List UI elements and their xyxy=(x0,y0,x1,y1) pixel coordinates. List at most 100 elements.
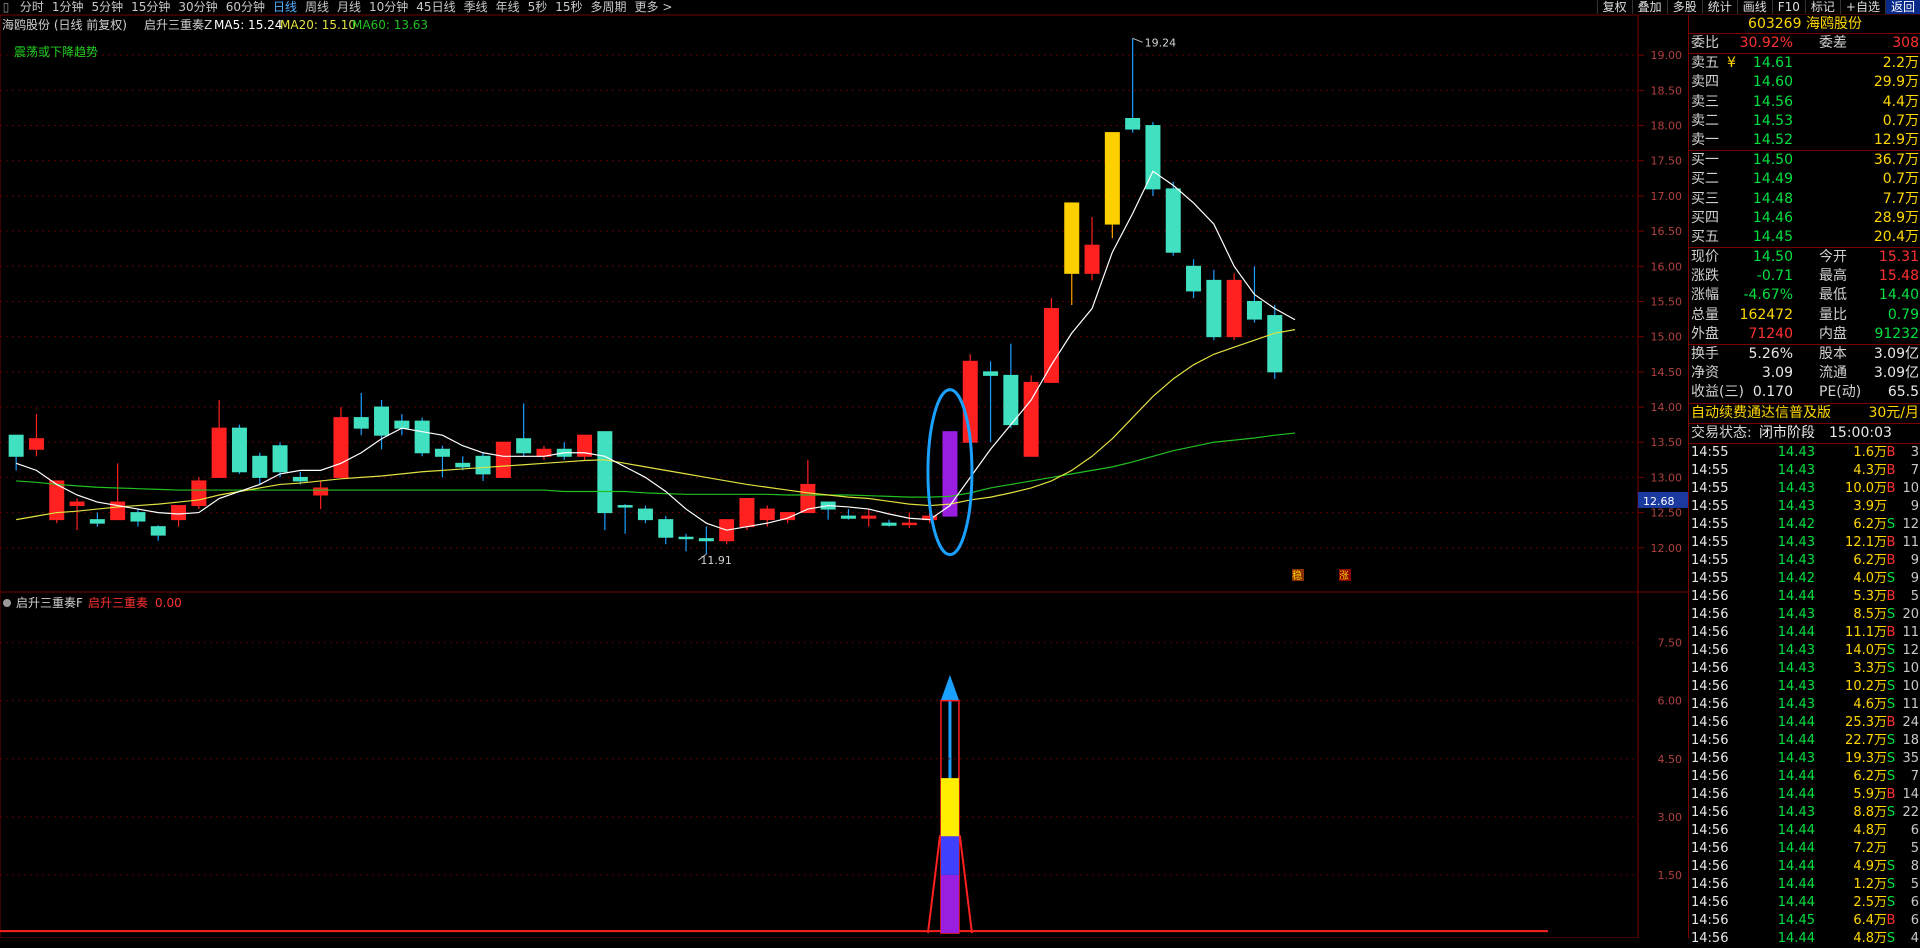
tab-period[interactable]: 月线 xyxy=(333,0,365,14)
tick-row[interactable]: 14:56 14.43 14.0万 S 12 xyxy=(1689,642,1920,660)
tick-row[interactable]: 14:56 14.44 4.9万 S 8 xyxy=(1689,858,1920,876)
candle[interactable] xyxy=(110,463,126,521)
candle[interactable] xyxy=(130,509,146,527)
candle[interactable] xyxy=(678,533,694,552)
tick-row[interactable]: 14:56 14.43 8.8万 S 22 xyxy=(1689,804,1920,822)
tick-row[interactable]: 14:56 14.43 10.2万 S 10 xyxy=(1689,678,1920,696)
kline-chart-area[interactable]: 12.00 12.50 13.00 13.50 14.00 14.50 15.00 15.50… xyxy=(0,14,1688,939)
tick-row[interactable]: 14:55 14.43 6.2万 B 9 xyxy=(1689,552,1920,570)
candle[interactable] xyxy=(333,407,349,478)
tick-list[interactable]: 14:55 14.43 1.6万 B 3 14:55 14.43 4.3万 B 7 14:55 14.… xyxy=(1689,442,1920,948)
tab-period[interactable]: 5分钟 xyxy=(87,0,127,14)
candle[interactable] xyxy=(1104,132,1120,239)
tab-period[interactable]: 季线 xyxy=(460,0,492,14)
candle[interactable] xyxy=(597,431,613,531)
tick-row[interactable]: 14:56 14.43 4.6万 S 11 xyxy=(1689,696,1920,714)
toolbar-button[interactable]: 画线 xyxy=(1736,0,1772,14)
tick-row[interactable]: 14:56 14.44 6.2万 S 7 xyxy=(1689,768,1920,786)
tab-period[interactable]: 60分钟 xyxy=(222,0,269,14)
candle[interactable] xyxy=(414,417,430,457)
tick-row[interactable]: 14:56 14.44 2.5万 S 6 xyxy=(1689,894,1920,912)
tick-row[interactable]: 14:55 14.43 4.3万 B 7 xyxy=(1689,462,1920,480)
candle[interactable] xyxy=(1084,217,1100,281)
candle[interactable] xyxy=(840,509,856,520)
toolbar-button[interactable]: 统计 xyxy=(1701,0,1737,14)
tab-period[interactable]: 15分钟 xyxy=(127,0,174,14)
promo-price[interactable]: 30元/月 xyxy=(1868,404,1919,423)
candle[interactable] xyxy=(191,477,207,510)
tick-row[interactable]: 14:55 14.43 1.6万 B 3 xyxy=(1689,444,1920,462)
candle[interactable] xyxy=(1267,305,1283,379)
candle[interactable] xyxy=(231,424,247,474)
tab-period[interactable]: 45日线 xyxy=(412,0,459,14)
candle[interactable] xyxy=(881,519,897,527)
tick-row[interactable]: 14:56 14.44 11.1万 B 11 xyxy=(1689,624,1920,642)
candle[interactable] xyxy=(1165,181,1181,256)
toolbar-button[interactable]: 复权 xyxy=(1596,0,1632,14)
tab-period[interactable]: 15秒 xyxy=(551,0,586,14)
candle[interactable] xyxy=(577,434,593,460)
tab-period[interactable]: 年线 xyxy=(492,0,524,14)
candle[interactable] xyxy=(861,509,877,527)
candle[interactable] xyxy=(1226,273,1242,341)
candle[interactable] xyxy=(516,403,532,457)
candle[interactable] xyxy=(536,445,552,460)
tick-row[interactable]: 14:55 14.43 10.0万 B 10 xyxy=(1689,480,1920,498)
candle[interactable] xyxy=(800,459,816,514)
candle[interactable] xyxy=(901,512,917,529)
toolbar-button[interactable]: 多股 xyxy=(1666,0,1702,14)
candle[interactable] xyxy=(252,452,268,485)
candle[interactable] xyxy=(313,480,329,510)
candle[interactable] xyxy=(556,442,572,460)
tick-row[interactable]: 14:55 14.43 3.9万 9 xyxy=(1689,498,1920,516)
toolbar-button[interactable]: +自选 xyxy=(1839,0,1885,14)
tab-period[interactable]: 30分钟 xyxy=(174,0,221,14)
candle[interactable] xyxy=(637,505,653,524)
tick-row[interactable]: 14:56 14.45 6.4万 B 6 xyxy=(1689,912,1920,930)
tick-row[interactable]: 14:56 14.44 7.2万 5 xyxy=(1689,840,1920,858)
tab-period[interactable]: 1分钟 xyxy=(48,0,88,14)
candle[interactable] xyxy=(353,392,369,436)
promo-text[interactable]: 自动续费通达信普及版 xyxy=(1691,404,1831,423)
candle[interactable] xyxy=(171,505,187,527)
tab-period[interactable]: 5秒 xyxy=(524,0,552,14)
toolbar-button[interactable]: 标记 xyxy=(1804,0,1840,14)
candle[interactable] xyxy=(211,400,227,478)
candle[interactable] xyxy=(1043,297,1059,383)
candle[interactable] xyxy=(1186,259,1202,298)
tab-period[interactable]: 多周期 xyxy=(587,0,631,14)
menu-icon[interactable]: ▯ xyxy=(0,0,12,14)
tick-row[interactable]: 14:56 14.44 1.2万 S 5 xyxy=(1689,876,1920,894)
candle[interactable] xyxy=(394,414,410,436)
toolbar-button[interactable]: F10 xyxy=(1771,0,1805,14)
candle[interactable] xyxy=(1064,202,1080,305)
candle[interactable] xyxy=(1023,375,1039,457)
kline-chart-svg[interactable]: 12.00 12.50 13.00 13.50 14.00 14.50 15.00 15.50… xyxy=(0,14,1688,939)
tick-row[interactable]: 14:56 14.43 3.3万 S 10 xyxy=(1689,660,1920,678)
tab-period[interactable]: 日线 xyxy=(269,0,301,14)
candle[interactable] xyxy=(1145,122,1161,196)
candle[interactable] xyxy=(658,516,674,545)
tick-row[interactable]: 14:55 14.42 6.2万 S 12 xyxy=(1689,516,1920,534)
tick-row[interactable]: 14:56 14.44 4.8万 S 4 xyxy=(1689,930,1920,948)
candle[interactable] xyxy=(434,445,450,478)
promo-row[interactable]: 自动续费通达信普及版 30元/月 xyxy=(1689,402,1920,423)
tick-row[interactable]: 14:56 14.44 25.3万 B 24 xyxy=(1689,714,1920,732)
tick-row[interactable]: 14:56 14.43 8.5万 S 20 xyxy=(1689,606,1920,624)
candle[interactable] xyxy=(150,525,166,541)
tick-row[interactable]: 14:55 14.42 4.0万 S 9 xyxy=(1689,570,1920,588)
candle[interactable] xyxy=(1003,343,1019,429)
tick-row[interactable]: 14:56 14.44 5.9万 B 14 xyxy=(1689,786,1920,804)
candle[interactable] xyxy=(983,361,999,443)
tab-period[interactable]: 周线 xyxy=(301,0,333,14)
candle[interactable] xyxy=(28,414,44,457)
candle[interactable] xyxy=(617,504,633,534)
tick-row[interactable]: 14:55 14.43 12.1万 B 11 xyxy=(1689,534,1920,552)
toolbar-button[interactable]: 返回 xyxy=(1884,0,1920,14)
collapse-icon[interactable] xyxy=(3,599,11,607)
tick-row[interactable]: 14:56 14.44 4.8万 6 xyxy=(1689,822,1920,840)
tick-row[interactable]: 14:56 14.44 5.3万 B 5 xyxy=(1689,588,1920,606)
candle[interactable] xyxy=(820,501,836,520)
tab-period[interactable]: 更多 > xyxy=(631,0,677,14)
candle[interactable] xyxy=(495,441,511,478)
